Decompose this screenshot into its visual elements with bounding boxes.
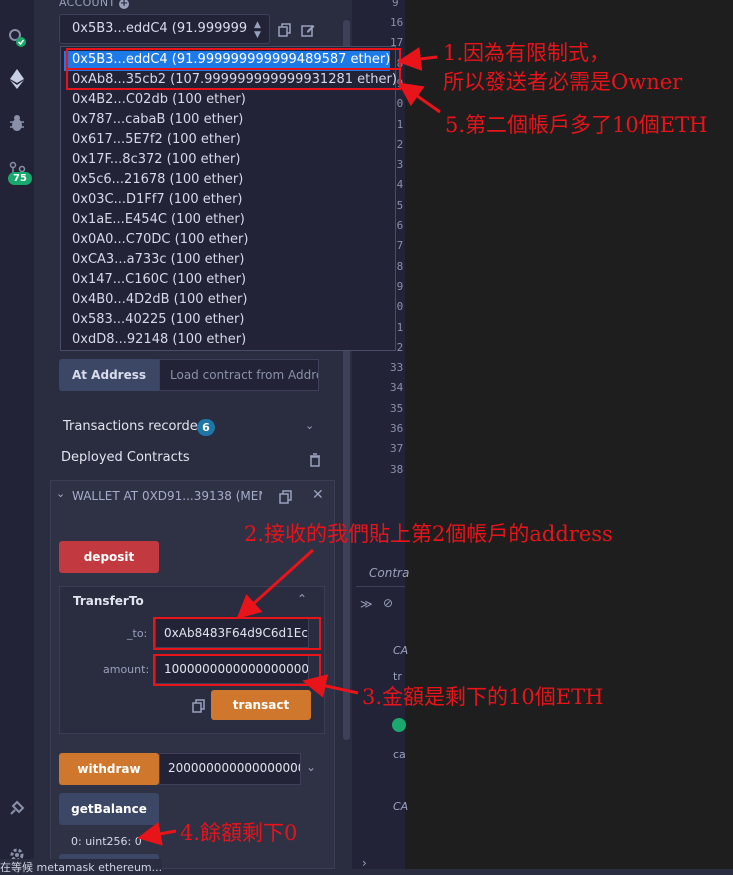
annotation-note-4: 4.餘額剩下0	[180, 821, 298, 845]
annotation-note-5: 5.第二個帳戶多了10個ETH	[445, 113, 708, 137]
annotation-note-2: 2.接收的我們貼上第2個帳戶的address	[244, 522, 613, 546]
annotation-note-3: 3.金額是剩下的10個ETH	[362, 685, 604, 709]
annotation-note-1a: 1.因為有限制式，	[443, 41, 611, 65]
annotation-note-1b: 所以發送者必需是Owner	[443, 70, 683, 94]
